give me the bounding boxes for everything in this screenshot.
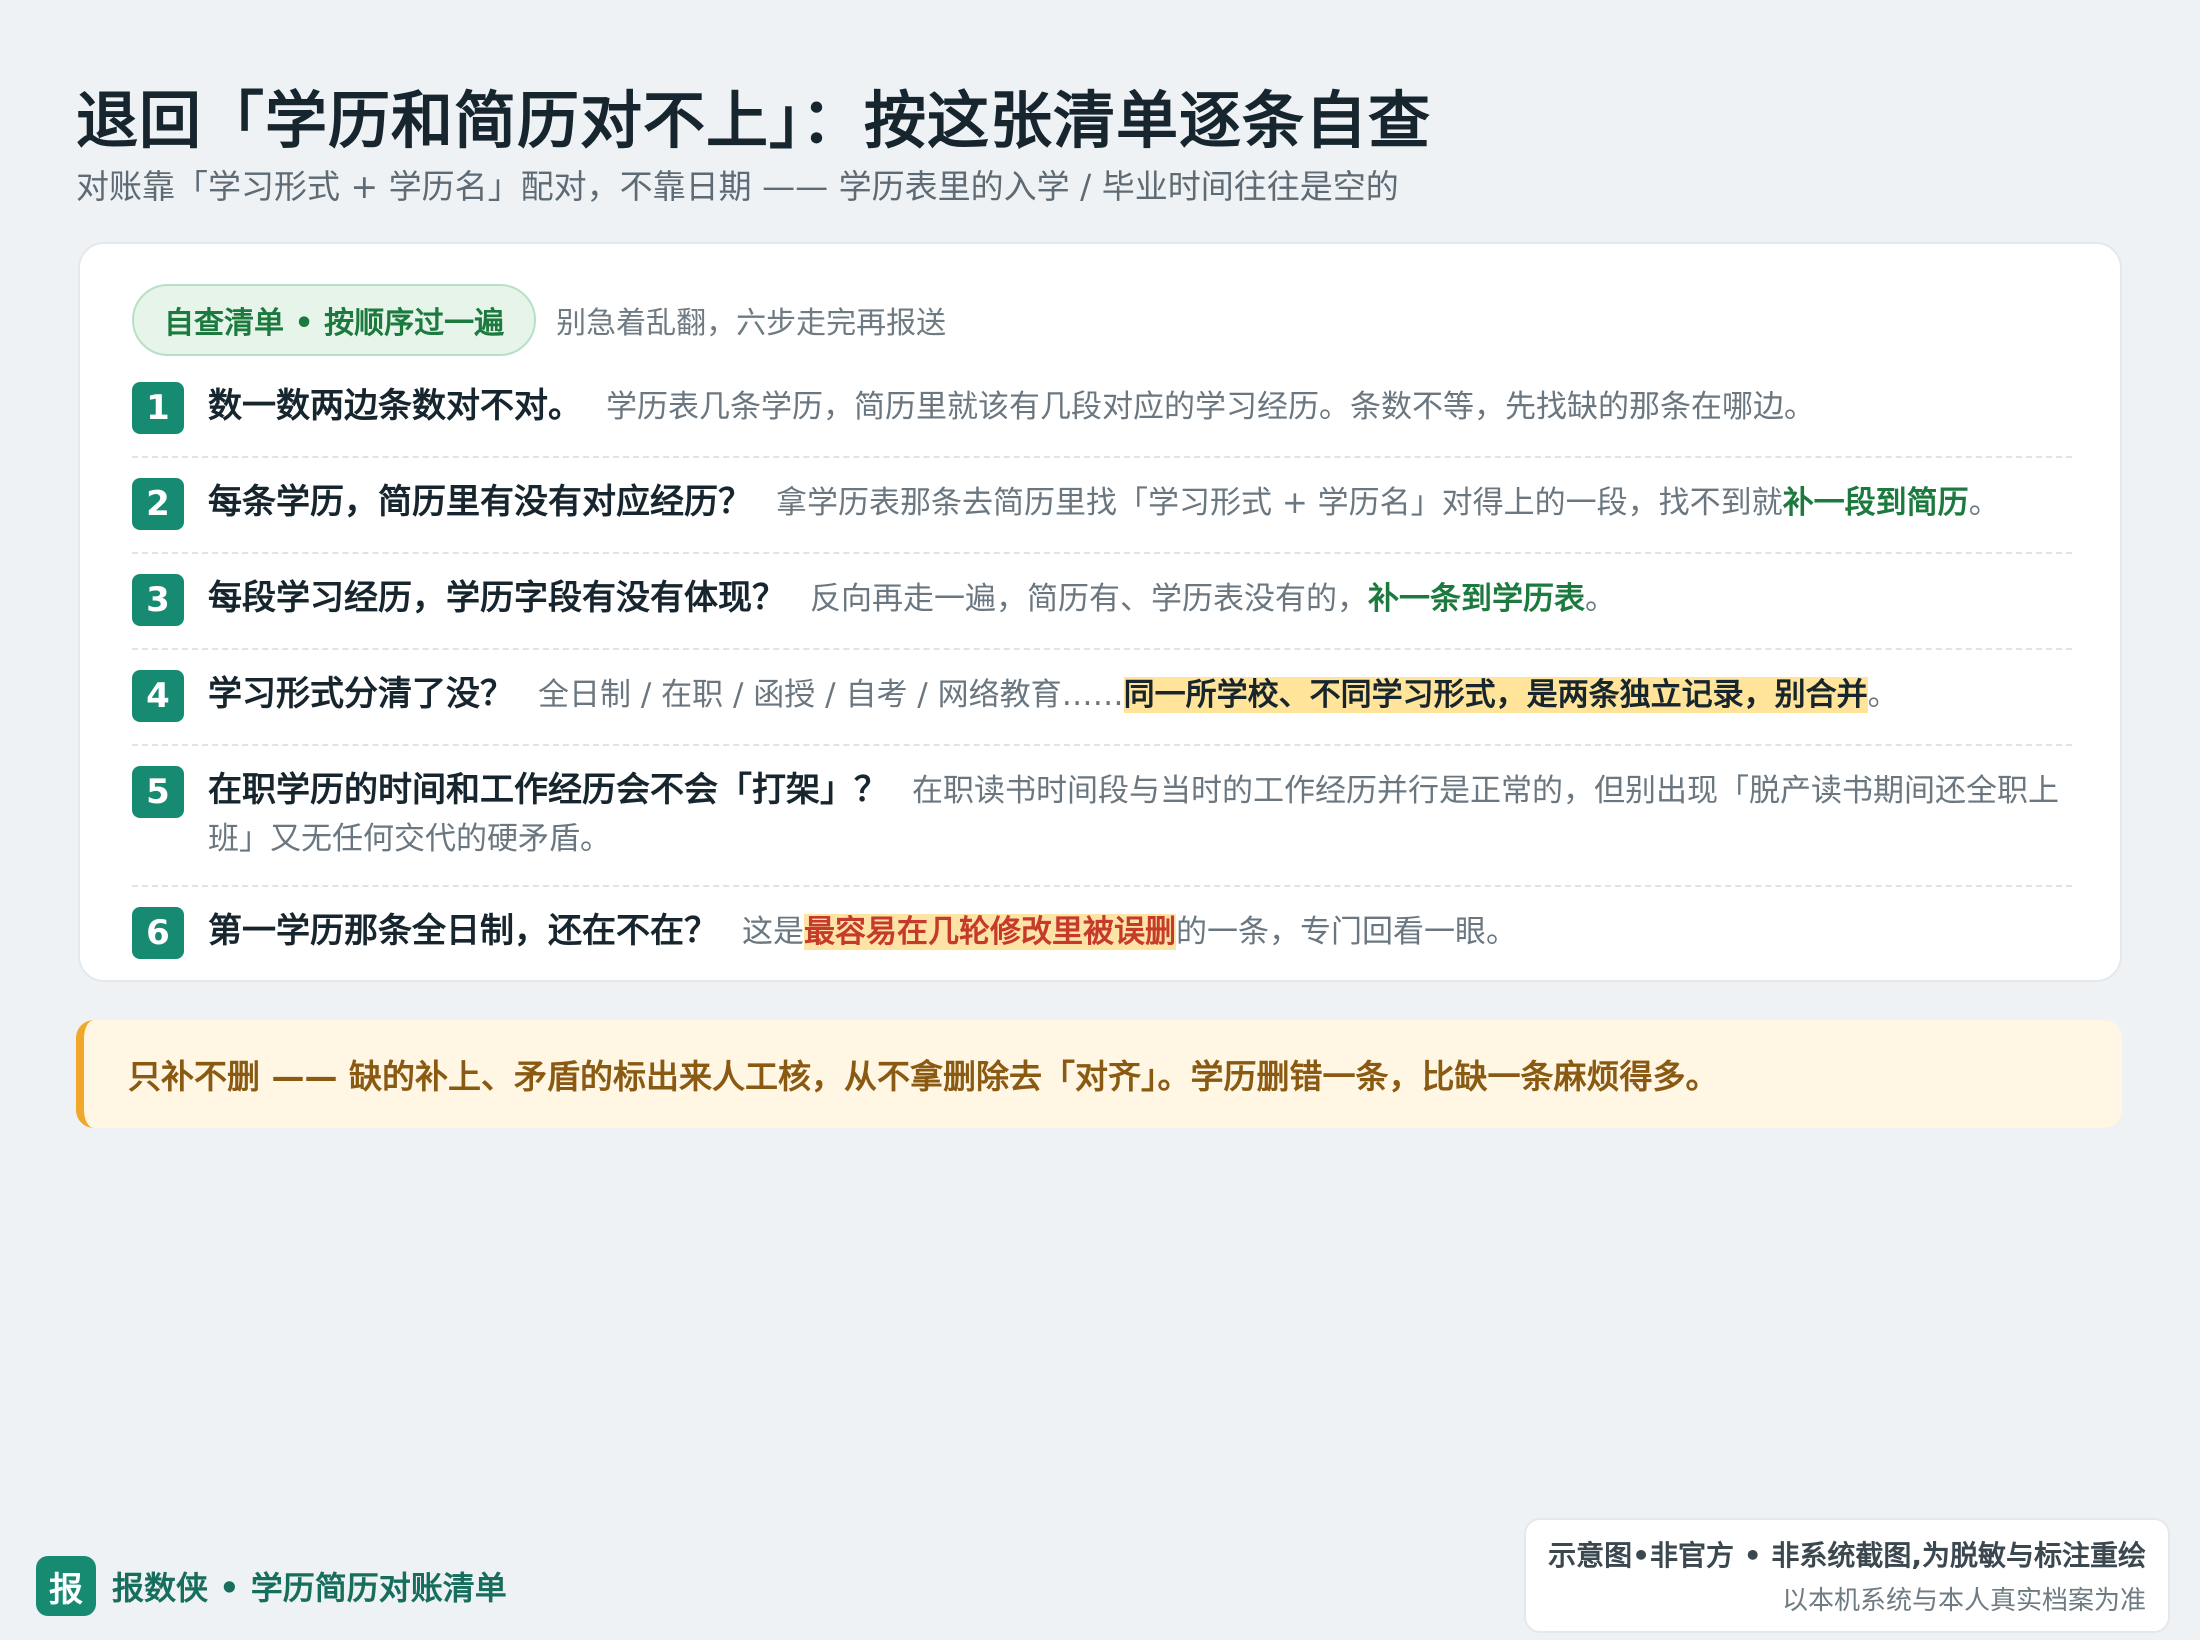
step-question: 学习形式分清了没？: [208, 674, 514, 714]
step-body: 学习形式分清了没？ 全日制 / 在职 / 函授 / 自考 / 网络教育……同一所学…: [208, 670, 1899, 719]
checklist-hint: 别急着乱翻，六步走完再报送: [556, 306, 947, 341]
warning-note: 只补不删 —— 缺的补上、矛盾的标出来人工核，从不拿删除去「对齐」。学历删错一条…: [76, 1020, 2122, 1128]
step-emphasis: 同一所学校、不同学习形式，是两条独立记录，别合并: [1123, 677, 1868, 713]
step-question: 在职学历的时间和工作经历会不会「打架」？: [208, 770, 888, 810]
checklist-card: 自查清单 • 按顺序过一遍 别急着乱翻，六步走完再报送 1 数一数两边条数对不对…: [78, 242, 2122, 982]
checklist-badge: 自查清单 • 按顺序过一遍: [132, 284, 537, 356]
checklist-step-4: 4 学习形式分清了没？ 全日制 / 在职 / 函授 / 自考 / 网络教育……同一…: [132, 650, 2072, 746]
page-subtitle: 对账靠「学习形式 + 学历名」配对，不靠日期 —— 学历表里的入学 / 毕业时间…: [76, 167, 1399, 206]
step-question: 数一数两边条数对不对。: [208, 386, 582, 426]
step-text: 全日制 / 在职 / 函授 / 自考 / 网络教育……: [538, 677, 1124, 713]
page: 退回「学历和简历对不上」：按这张清单逐条自查 对账靠「学习形式 + 学历名」配对…: [0, 0, 2200, 1640]
step-text: 拿学历表那条去简历里找「学习形式 + 学历名」对得上的一段，找不到就: [776, 485, 1783, 521]
checklist-step-5: 5 在职学历的时间和工作经历会不会「打架」？ 在职读书时间段与当时的工作经历并行是…: [132, 746, 2072, 887]
step-number-badge: 2: [132, 478, 184, 530]
step-body: 第一学历那条全日制，还在不在？ 这是最容易在几轮修改里被误删的一条，专门回看一眼。: [208, 907, 1517, 956]
page-title: 退回「学历和简历对不上」：按这张清单逐条自查: [76, 84, 1432, 157]
checklist-header: 自查清单 • 按顺序过一遍 别急着乱翻，六步走完再报送: [132, 284, 946, 356]
step-question: 第一学历那条全日制，还在不在？: [208, 911, 718, 951]
step-body: 每段学习经历，学历字段有没有体现？ 反向再走一遍，简历有、学历表没有的，补一条到学…: [208, 574, 1616, 623]
checklist-step-6: 6 第一学历那条全日制，还在不在？ 这是最容易在几轮修改里被误删的一条，专门回看一…: [132, 887, 2072, 981]
step-tail: 。: [1968, 485, 2000, 521]
checklist-steps: 1 数一数两边条数对不对。 学历表几条学历，简历里就该有几段对应的学习经历。条数不…: [132, 362, 2072, 981]
step-number-badge: 6: [132, 907, 184, 959]
step-emphasis: 最容易在几轮修改里被误删: [804, 914, 1176, 950]
step-text: 反向再走一遍，简历有、学历表没有的，: [810, 581, 1368, 617]
checklist-step-3: 3 每段学习经历，学历字段有没有体现？ 反向再走一遍，简历有、学历表没有的，补一条…: [132, 554, 2072, 650]
warning-note-text: 只补不删 —— 缺的补上、矛盾的标出来人工核，从不拿删除去「对齐」。学历删错一条…: [128, 1057, 1719, 1096]
disclaimer-line-1: 示意图•非官方 • 非系统截图,为脱敏与标注重绘: [1548, 1539, 2146, 1572]
step-text: 这是: [742, 914, 804, 950]
step-question: 每段学习经历，学历字段有没有体现？: [208, 578, 786, 618]
step-text: 学历表几条学历，简历里就该有几段对应的学习经历。条数不等，先找缺的那条在哪边。: [606, 389, 1815, 425]
disclaimer-box: 示意图•非官方 • 非系统截图,为脱敏与标注重绘 以本机系统与本人真实档案为准: [1524, 1518, 2170, 1633]
disclaimer-line-2: 以本机系统与本人真实档案为准: [1781, 1586, 2146, 1616]
step-tail: 。: [1585, 581, 1616, 617]
brand-logo-icon: 报: [36, 1556, 96, 1616]
brand-text: 报数侠 • 学历简历对账清单: [112, 1569, 507, 1607]
step-body: 在职学历的时间和工作经历会不会「打架」？ 在职读书时间段与当时的工作经历并行是正常…: [208, 766, 2072, 863]
step-emphasis: 补一条到学历表: [1368, 581, 1585, 617]
step-number-badge: 1: [132, 382, 184, 434]
step-question: 每条学历，简历里有没有对应经历？: [208, 482, 752, 522]
step-number-badge: 3: [132, 574, 184, 626]
step-tail: 的一条，专门回看一眼。: [1176, 914, 1517, 950]
step-body: 数一数两边条数对不对。 学历表几条学历，简历里就该有几段对应的学习经历。条数不等，…: [208, 382, 1815, 431]
brand: 报 报数侠 • 学历简历对账清单: [36, 1556, 507, 1616]
step-emphasis: 补一段到简历: [1782, 485, 1969, 521]
step-number-badge: 5: [132, 766, 184, 818]
step-tail: 。: [1867, 677, 1899, 713]
step-body: 每条学历，简历里有没有对应经历？ 拿学历表那条去简历里找「学习形式 + 学历名」对…: [208, 478, 2000, 527]
checklist-step-2: 2 每条学历，简历里有没有对应经历？ 拿学历表那条去简历里找「学习形式 + 学历名…: [132, 458, 2072, 554]
checklist-step-1: 1 数一数两边条数对不对。 学历表几条学历，简历里就该有几段对应的学习经历。条数不…: [132, 362, 2072, 458]
step-number-badge: 4: [132, 670, 184, 722]
